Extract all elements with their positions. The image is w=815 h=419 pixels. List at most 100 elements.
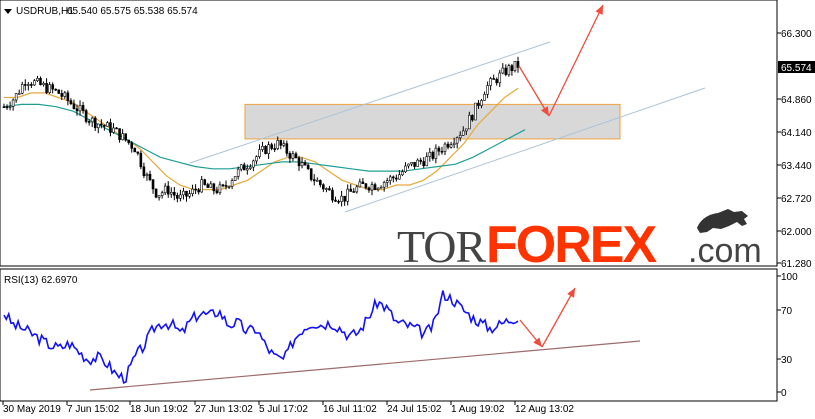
price-y-tick: 64.140	[781, 128, 812, 139]
candle-body	[325, 188, 328, 190]
candle-body	[90, 117, 94, 123]
candle-body	[84, 110, 88, 122]
x-tick: 30 May 2019	[3, 404, 61, 415]
candle-body	[157, 195, 161, 198]
current-price-label: 65.574	[781, 63, 812, 74]
candle-body	[294, 153, 298, 159]
candle-body	[115, 127, 118, 130]
candle-body	[106, 122, 109, 127]
candle-body	[315, 180, 319, 182]
candle-body	[142, 166, 146, 176]
candle-body	[273, 148, 276, 150]
candle-body	[355, 186, 359, 193]
candle-body	[312, 179, 316, 182]
ohlc-values: 65.540 65.575 65.538 65.574	[67, 6, 198, 17]
candle-body	[352, 191, 356, 193]
candle-body	[276, 140, 280, 149]
candle-body	[267, 144, 270, 154]
candle-body	[458, 135, 462, 139]
rsi-panel-frame	[0, 268, 778, 402]
candle-body	[401, 171, 404, 176]
candle-body	[11, 99, 15, 107]
candle-body	[510, 65, 514, 71]
candle-body	[151, 179, 155, 190]
candle-body	[221, 184, 225, 187]
candle-body	[169, 191, 173, 195]
candle-body	[63, 92, 67, 97]
price-y-tick: 63.440	[781, 161, 812, 172]
price-y-tick: 62.000	[781, 227, 812, 238]
candle-body	[93, 117, 97, 129]
candle-body	[139, 152, 143, 168]
price-y-tick: 61.280	[781, 259, 812, 270]
candle-body	[20, 84, 24, 94]
rsi-y-axis: 100 70 30 0	[777, 272, 798, 399]
candle-body	[212, 183, 216, 192]
candle-body	[23, 84, 27, 86]
x-tick: 24 Jul 15:02	[387, 404, 442, 415]
x-tick: 12 Aug 13:02	[515, 404, 574, 415]
price-y-tick: 62.720	[781, 194, 812, 205]
candle-body	[45, 83, 48, 93]
candle-body	[446, 143, 450, 148]
candle-body	[464, 128, 468, 132]
candle-body	[200, 179, 203, 193]
candle-body	[395, 177, 398, 180]
candle-body	[191, 188, 194, 194]
candle-body	[51, 84, 54, 90]
candle-body	[109, 122, 112, 133]
candle-body	[376, 187, 380, 190]
candle-body	[242, 164, 246, 171]
candle-body	[236, 168, 240, 177]
candle-body	[461, 130, 465, 136]
price-y-tick: 64.860	[781, 95, 812, 106]
current-price-tag: 65.574	[778, 61, 815, 74]
candle-body	[227, 186, 231, 188]
candle-body	[486, 85, 489, 95]
candle-body	[489, 78, 492, 86]
candle-body	[258, 149, 261, 157]
rsi-header: RSI(13) 62.6970	[4, 275, 78, 286]
candle-body	[364, 183, 368, 189]
candle-body	[443, 143, 447, 152]
candle-body	[507, 65, 511, 75]
candle-body	[300, 162, 304, 167]
x-tick: 5 Jul 17:02	[259, 404, 308, 415]
candle-body	[39, 78, 42, 85]
candle-body	[136, 151, 140, 154]
candle-body	[440, 150, 444, 153]
candle-body	[233, 176, 237, 181]
candle-body	[130, 142, 134, 149]
candle-body	[197, 189, 200, 193]
candle-body	[182, 190, 185, 196]
candle-body	[483, 94, 486, 101]
candle-body	[209, 183, 213, 188]
candle-body	[407, 163, 410, 167]
candle-body	[358, 181, 362, 188]
candle-body	[30, 84, 33, 86]
candle-body	[492, 78, 495, 80]
candle-body	[413, 162, 416, 167]
candle-body	[410, 162, 413, 165]
rsi-y-tick: 30	[781, 355, 793, 366]
candle-body	[434, 147, 438, 159]
x-tick: 7 Jun 15:02	[67, 404, 120, 415]
candle-body	[449, 144, 453, 148]
candle-body	[495, 78, 499, 84]
candle-body	[297, 157, 301, 167]
price-header: USDRUB,H1 65.540 65.575 65.538 65.574	[4, 6, 198, 17]
candle-body	[501, 67, 505, 74]
candle-body	[179, 194, 182, 199]
rsi-y-tick: 70	[781, 306, 793, 317]
candle-body	[452, 142, 456, 146]
candle-body	[468, 115, 471, 130]
x-tick: 27 Jun 13:02	[195, 404, 253, 415]
x-tick: 18 Jun 19:02	[130, 404, 188, 415]
candle-body	[72, 103, 76, 110]
candle-body	[428, 151, 432, 157]
rsi-y-tick: 0	[781, 388, 787, 399]
candle-body	[163, 185, 167, 194]
symbol-header: USDRUB,H1	[16, 6, 74, 17]
candle-body	[291, 153, 295, 159]
candle-body	[148, 174, 152, 180]
